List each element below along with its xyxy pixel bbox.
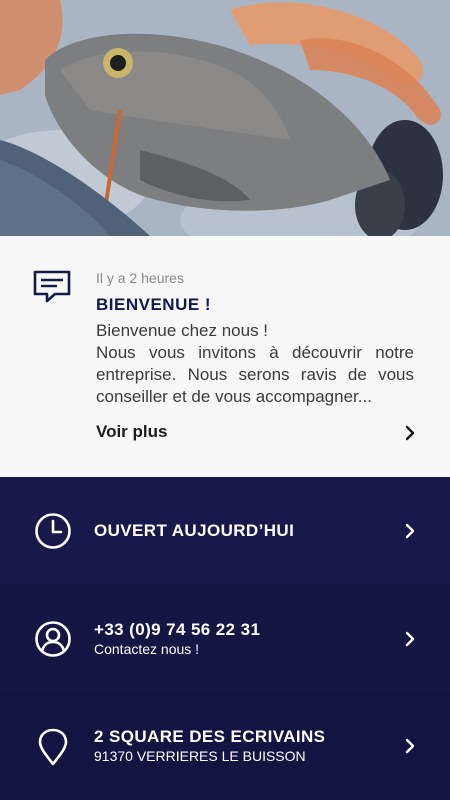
clock-icon: [35, 513, 71, 549]
phone-row[interactable]: +33 (0)9 74 56 22 31 Contactez nous !: [0, 585, 450, 693]
map-pin-icon: [38, 728, 68, 766]
news-timestamp: Il y a 2 heures: [96, 270, 184, 286]
message-icon: [33, 270, 71, 303]
news-body-line1: Bienvenue chez nous !: [96, 321, 269, 340]
hero-image: [0, 0, 450, 236]
news-title: BIENVENUE !: [96, 295, 212, 314]
chevron-right-icon[interactable]: [404, 631, 416, 647]
address-street: 2 SQUARE DES ECRIVAINS: [94, 727, 326, 746]
chevron-right-icon[interactable]: [404, 425, 416, 441]
hero-fish-illustration: [0, 0, 450, 236]
chevron-right-icon[interactable]: [404, 738, 416, 754]
address-city: 91370 VERRIERES LE BUISSON: [94, 748, 306, 764]
opening-hours-row[interactable]: OUVERT AUJOURD’HUI: [0, 477, 450, 585]
news-body: Bienvenue chez nous ! Nous vous invitons…: [96, 320, 414, 408]
phone-subtitle: Contactez nous !: [94, 641, 200, 657]
opening-hours-title: OUVERT AUJOURD’HUI: [94, 521, 295, 540]
phone-number: +33 (0)9 74 56 22 31: [94, 620, 261, 639]
news-body-line2: Nous vous invitons à découvrir notre ent…: [96, 343, 414, 406]
chevron-right-icon[interactable]: [404, 523, 416, 539]
address-row[interactable]: 2 SQUARE DES ECRIVAINS 91370 VERRIERES L…: [0, 692, 450, 800]
user-icon: [35, 621, 71, 657]
see-more-link[interactable]: Voir plus: [96, 422, 167, 442]
